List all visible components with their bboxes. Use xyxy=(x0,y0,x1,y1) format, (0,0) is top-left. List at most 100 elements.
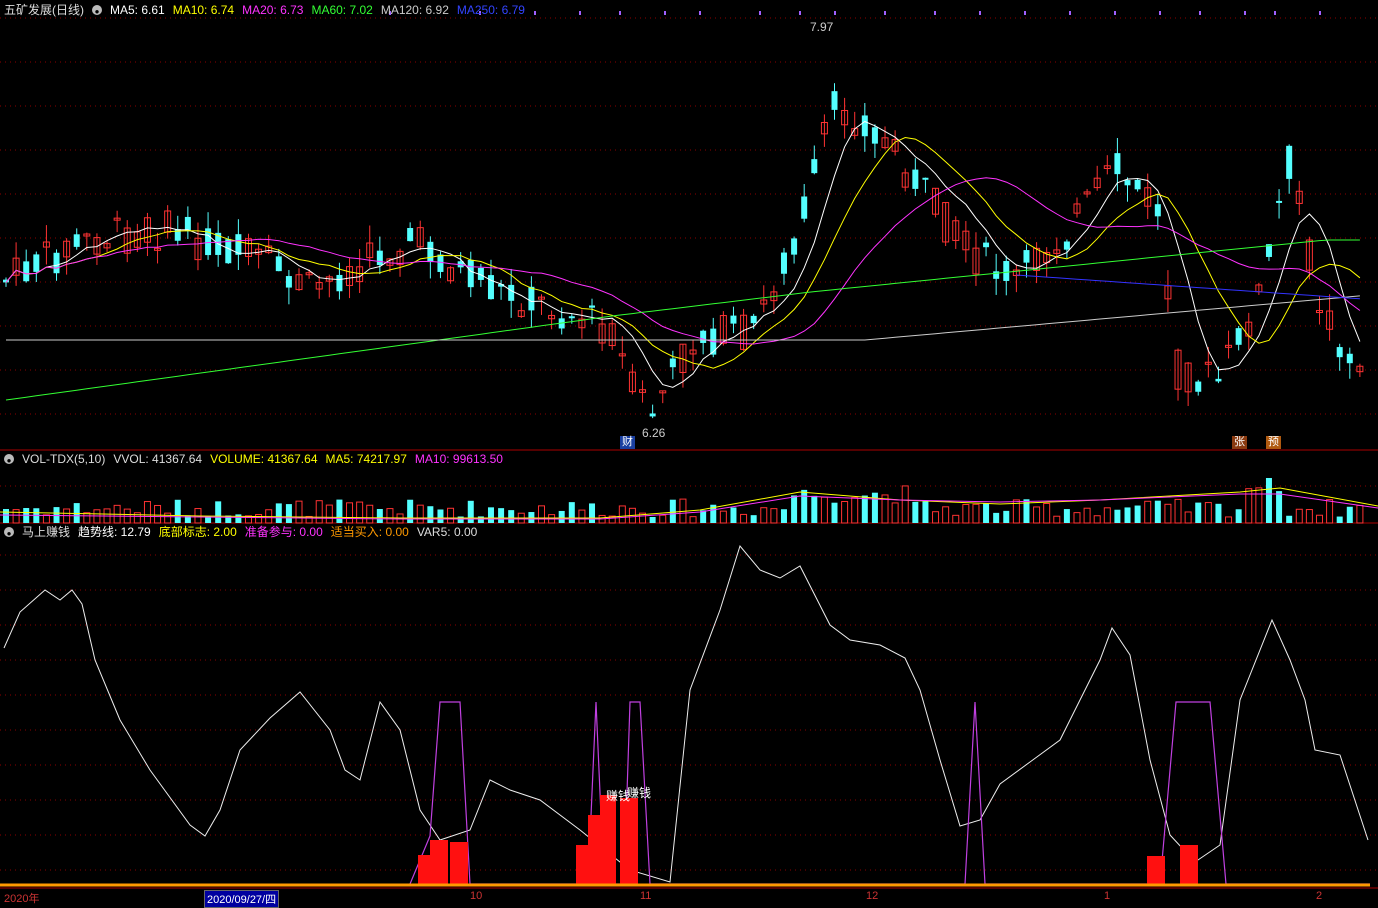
volume-bar-down xyxy=(235,514,242,523)
volume-bar-down xyxy=(1134,505,1141,523)
earn-annotation-2: 赚钱 xyxy=(627,786,652,800)
volume-bar-down xyxy=(487,507,494,523)
volume-bar-up xyxy=(891,502,899,524)
volume-bar-up xyxy=(1073,512,1081,524)
buy-signal-bar xyxy=(1180,845,1198,886)
volume-bar-up xyxy=(1225,516,1233,524)
volume-bar-down xyxy=(1003,510,1010,523)
candle-body-down xyxy=(1023,250,1030,263)
volume-bar-down xyxy=(983,503,990,523)
candle-body-down xyxy=(730,315,737,324)
candle-body-down xyxy=(589,305,596,308)
ma5-label: MA5: 6.61 xyxy=(110,3,165,17)
volume-bar-down xyxy=(467,500,474,523)
price-panel-header: 五矿发展(日线) ● MA5: 6.61 MA10: 6.74 MA20: 6.… xyxy=(4,2,525,18)
axis-year: 2020年 xyxy=(4,893,40,905)
volume-bar-up xyxy=(851,497,859,524)
candle-body-down xyxy=(649,413,656,417)
volume-bar-up xyxy=(416,504,424,524)
candle-body-down xyxy=(1336,347,1343,358)
candle-body-down xyxy=(336,274,343,292)
candle-body-down xyxy=(1114,153,1121,175)
candle-body-down xyxy=(861,115,868,137)
bottom-flag-line xyxy=(409,701,1370,885)
volume-bar-up xyxy=(42,514,50,524)
stock-title[interactable]: 五矿发展(日线) xyxy=(4,3,84,17)
volume-bar-down xyxy=(568,502,575,523)
candle-body-down xyxy=(780,252,787,274)
volume-bar-up xyxy=(972,503,980,524)
candle-body-down xyxy=(700,330,707,343)
axis-month-1: 1 xyxy=(1104,890,1111,902)
volume-bar-up xyxy=(255,514,263,524)
volume-bar-down xyxy=(3,509,9,523)
volume-bar-down xyxy=(1063,509,1070,523)
candle-body-down xyxy=(1195,381,1202,392)
candle-body-down xyxy=(791,238,798,255)
candle-body-down xyxy=(53,252,60,274)
volume-bar-up xyxy=(346,502,354,524)
volume-bar-down xyxy=(871,492,878,523)
candle-body-down xyxy=(184,216,191,232)
volume-bar-down xyxy=(336,499,343,523)
candle-body-down xyxy=(811,159,818,174)
indicator-title[interactable]: 马上赚钱 xyxy=(22,525,70,539)
volume-bar-up xyxy=(719,510,727,524)
limit-up-badge[interactable]: 张 xyxy=(1232,436,1247,449)
candle-body-down xyxy=(912,169,919,189)
volume-bar-down xyxy=(750,515,757,523)
volume-bar-down xyxy=(1286,515,1293,523)
volume-bar-up xyxy=(447,507,455,524)
vvol-label: VVOL: 41367.64 xyxy=(113,452,203,466)
volume-bar-down xyxy=(437,509,444,523)
volume-settings-icon[interactable]: ● xyxy=(4,454,14,465)
volume-bar-down xyxy=(285,504,292,523)
candle-body-down xyxy=(1063,241,1070,250)
candle-body-down xyxy=(801,196,808,219)
ma20-label: MA20: 6.73 xyxy=(242,3,304,17)
low-price-label: 6.26 xyxy=(642,426,666,440)
candle-body-down xyxy=(1215,378,1222,382)
volume-bar-down xyxy=(1215,503,1222,523)
volume-bar-up xyxy=(618,505,626,524)
volume-bar-down xyxy=(1265,477,1272,523)
volume-bar-up xyxy=(689,516,697,524)
indicator-settings-icon[interactable]: ● xyxy=(4,527,14,538)
ma120-label: MA120: 6.92 xyxy=(380,3,449,17)
buy-signal-bar xyxy=(1147,856,1165,886)
candle-body-down xyxy=(1003,261,1010,281)
candle-body-down xyxy=(33,254,40,272)
candle-body-down xyxy=(1235,328,1242,345)
chart-canvas[interactable] xyxy=(0,0,1378,900)
candle-body-down xyxy=(1276,200,1283,203)
volume-title[interactable]: VOL-TDX(5,10) xyxy=(22,452,105,466)
settings-circle-icon[interactable]: ● xyxy=(92,5,102,16)
volume-bar-up xyxy=(578,509,586,524)
volume-bar-up xyxy=(942,506,950,524)
buy-signal-bar xyxy=(576,845,588,886)
ma10-label: MA10: 6.74 xyxy=(172,3,235,17)
volume-bar-up xyxy=(770,508,778,524)
volume-bar-up xyxy=(154,504,162,524)
volume-bar-down xyxy=(427,506,434,523)
volume-bar-down xyxy=(275,503,282,523)
candle-body-down xyxy=(427,241,434,263)
volume-bar-up xyxy=(932,511,940,524)
candle-body-down xyxy=(1134,179,1141,190)
volume-bar-up xyxy=(366,504,374,524)
volume-bar-up xyxy=(820,496,828,524)
candle-body-down xyxy=(669,358,676,368)
volume-bar-up xyxy=(841,500,849,524)
ma20-line xyxy=(5,177,1361,345)
volume-bar-down xyxy=(558,510,565,523)
forecast-badge[interactable]: 预 xyxy=(1266,436,1281,449)
bottom-flag-label: 底部标志: 2.00 xyxy=(158,525,237,539)
volume-bar-down xyxy=(1124,507,1131,523)
candle-body-down xyxy=(750,315,757,324)
volume-bar-down xyxy=(508,510,515,523)
volume-bar-up xyxy=(901,485,909,524)
finance-badge[interactable]: 财 xyxy=(620,436,635,449)
candle-body-down xyxy=(285,276,292,288)
volume-bar-down xyxy=(1195,502,1202,523)
indicator-panel-header: ● 马上赚钱 趋势线: 12.79 底部标志: 2.00 准备参与: 0.00 … xyxy=(4,524,477,540)
